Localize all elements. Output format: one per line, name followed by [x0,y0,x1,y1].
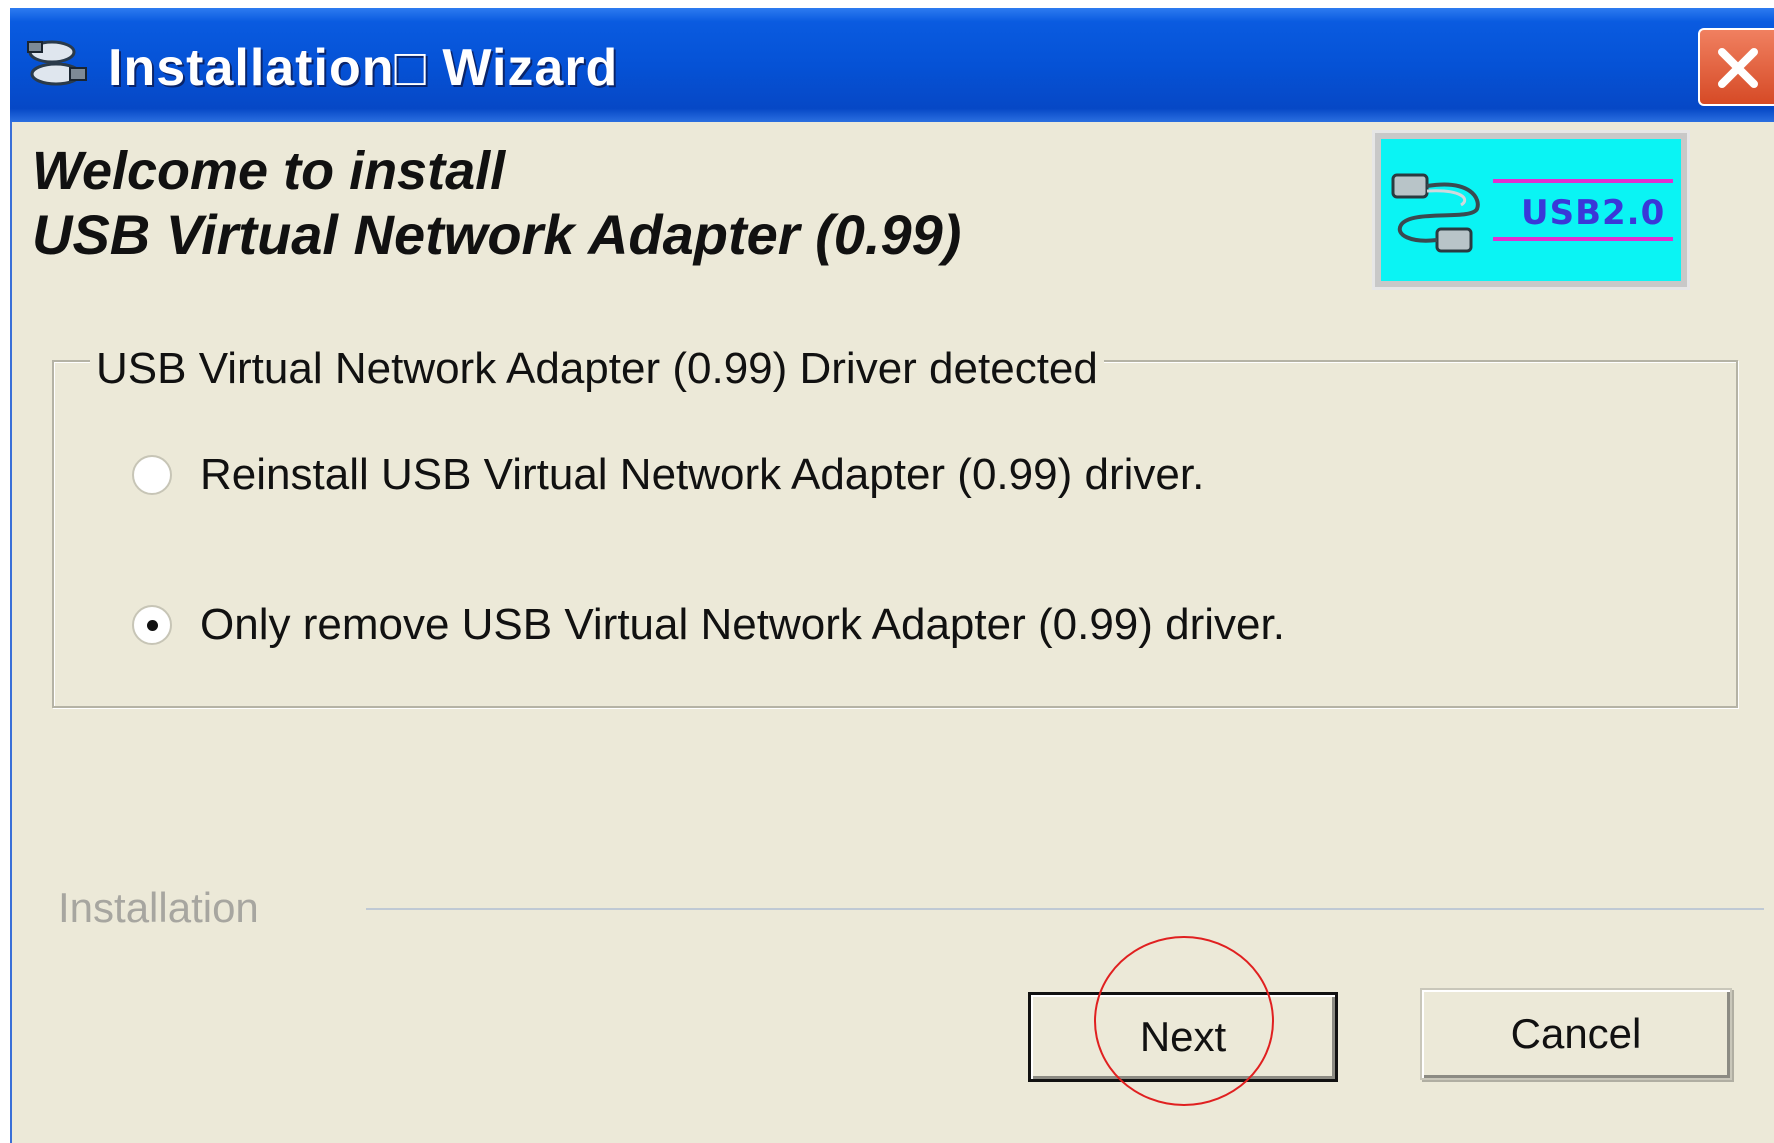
logo-panel: USB2.0 [1381,139,1681,281]
remove-radio[interactable] [132,605,172,645]
reinstall-option[interactable]: Reinstall USB Virtual Network Adapter (0… [132,450,1204,500]
window-title: Installation□ Wizard [108,39,619,97]
product-name: USB Virtual Network Adapter (0.99) [32,203,962,266]
title-bar[interactable]: Installation□ Wizard [10,8,1774,122]
logo-stripe-bottom [1493,237,1673,241]
logo-stripe-top [1493,179,1673,183]
installation-section-label: Installation [58,884,259,931]
usb-plug-icon [1391,173,1480,253]
remove-option[interactable]: Only remove USB Virtual Network Adapter … [132,600,1285,650]
group-legend: USB Virtual Network Adapter (0.99) Drive… [90,344,1104,394]
next-button[interactable]: Next [1028,992,1338,1082]
usb-logo: USB2.0 [1372,130,1690,290]
cancel-button[interactable]: Cancel [1420,988,1732,1080]
cancel-button-label: Cancel [1510,1010,1642,1057]
remove-label[interactable]: Only remove USB Virtual Network Adapter … [200,600,1285,650]
welcome-heading: Welcome to install USB Virtual Network A… [32,140,961,268]
welcome-line: Welcome to install [32,141,506,201]
close-button[interactable] [1698,28,1774,106]
next-button-label: Next [1139,1013,1227,1060]
logo-text: USB2.0 [1521,193,1666,233]
network-cable-icon [22,34,92,94]
driver-options-group [52,360,1738,708]
close-icon [1718,48,1758,88]
section-divider [366,908,1764,910]
reinstall-radio[interactable] [132,455,172,495]
installation-wizard-window: Installation□ Wizard Welcome to install … [10,8,1774,1143]
reinstall-label[interactable]: Reinstall USB Virtual Network Adapter (0… [200,450,1204,500]
